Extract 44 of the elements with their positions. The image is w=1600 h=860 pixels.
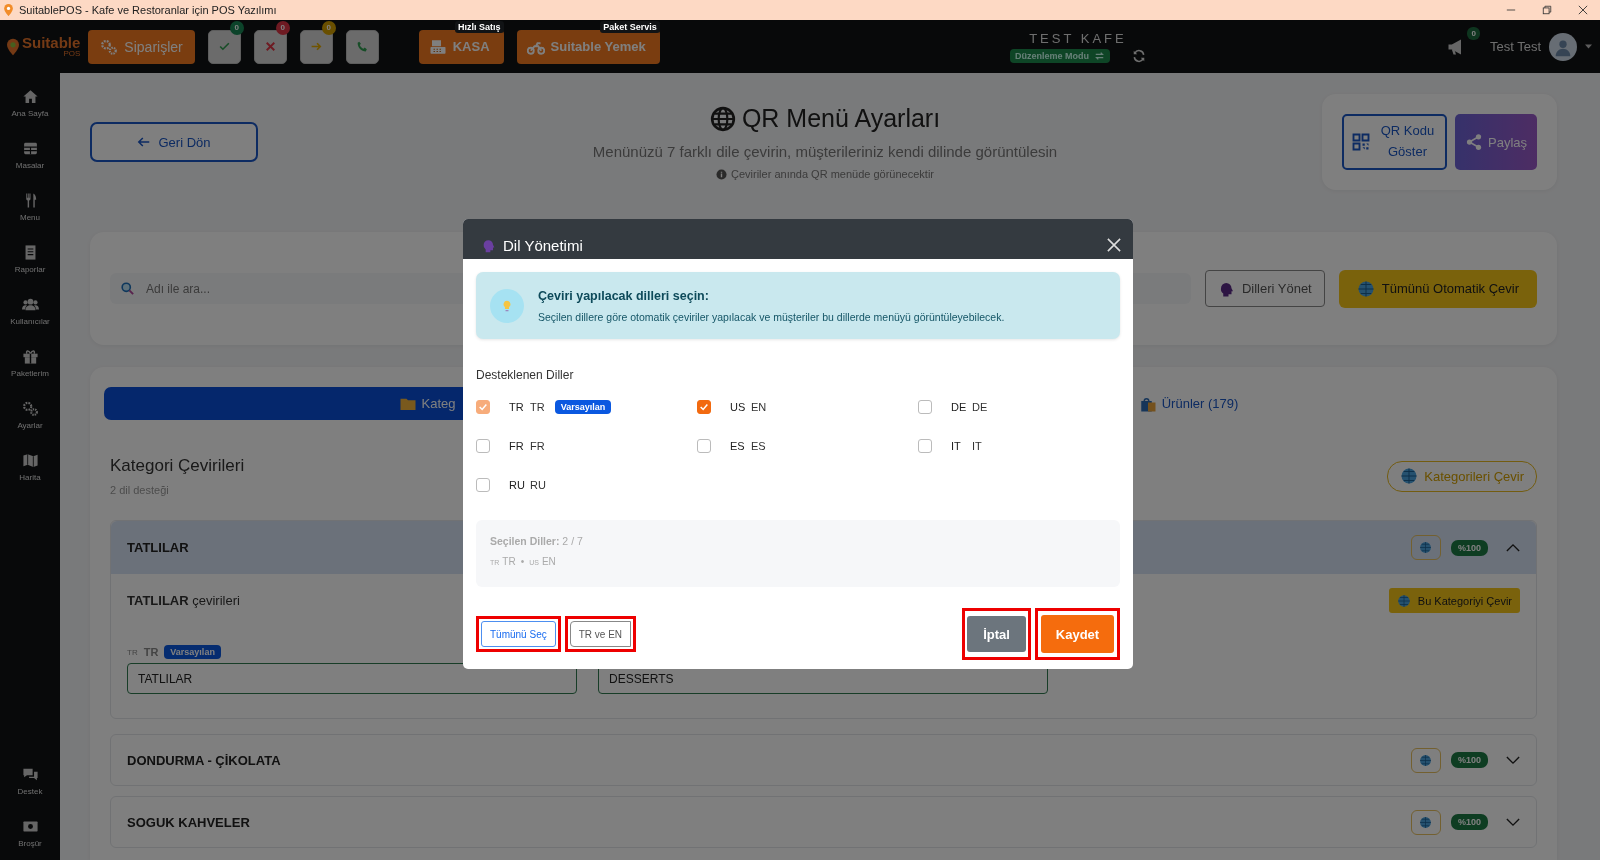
button-caption: Paket Servis	[600, 20, 660, 33]
user-name: Test Test	[1489, 39, 1541, 54]
progress-badge: %100	[1450, 752, 1488, 768]
language-name: TR	[530, 401, 545, 413]
language-name: EN	[541, 556, 556, 567]
default-badge: Varsayılan	[164, 645, 221, 659]
language-name: ES	[751, 440, 766, 452]
logo-subtext: POS	[63, 50, 81, 58]
progress-badge: %100	[1450, 814, 1488, 830]
page-subtitle: Menünüzü 7 farklı dile çevirin, müşterileriniz kendi dilinde görüntülesin	[592, 143, 1058, 160]
count-badge: 0	[321, 20, 336, 35]
section-label: Desteklenen Diller	[476, 368, 575, 382]
progress-badge: %100	[1450, 539, 1488, 556]
logo-text: Suitable	[22, 35, 81, 50]
dialog-title: Dil Yönetimi	[503, 237, 584, 254]
count-badge: 0	[275, 20, 290, 35]
section-title: Kategori Çevirileri	[110, 456, 245, 476]
language-code: RU	[509, 479, 526, 491]
language-code: IT	[951, 440, 962, 452]
language-name: TR	[502, 556, 516, 567]
separator-dot: •	[520, 556, 525, 567]
window-title: SuitablePOS - Kafe ve Restoranlar için POS Yazılımı	[19, 4, 278, 16]
info-text: Seçilen dillere göre otomatik çeviriler yapılacak ve müşteriler bu dillerde menüyü görüntüleyebilecek.	[538, 310, 1005, 323]
language-code: DE	[951, 401, 968, 413]
translations-title: TATLILAR çevirileri	[127, 593, 240, 608]
info-title: Çeviri yapılacak dilleri seçin:	[538, 288, 710, 303]
selected-count: Seçilen Diller: 2 / 7	[490, 535, 584, 547]
language-code: ES	[730, 440, 746, 452]
language-code: FR	[509, 440, 525, 452]
default-badge: Varsayılan	[554, 400, 612, 414]
button-caption: Hızlı Satış	[455, 20, 504, 33]
venue-name: TEST KAFE	[1029, 30, 1127, 46]
language-name: DE	[972, 401, 988, 413]
language-name: FR	[530, 440, 545, 452]
language-name: EN	[751, 401, 767, 413]
language-code: TR	[509, 401, 525, 413]
page-title: QR Menü Ayarları	[741, 104, 941, 133]
count-badge: 0	[229, 20, 244, 35]
language-name: RU	[530, 479, 546, 491]
language-code: US	[730, 401, 747, 413]
language-name: TR	[143, 646, 159, 658]
language-name: IT	[972, 440, 982, 452]
info-note: Çeviriler anında QR menüde görünecektir	[731, 168, 934, 180]
count-badge: 0	[1467, 26, 1480, 40]
